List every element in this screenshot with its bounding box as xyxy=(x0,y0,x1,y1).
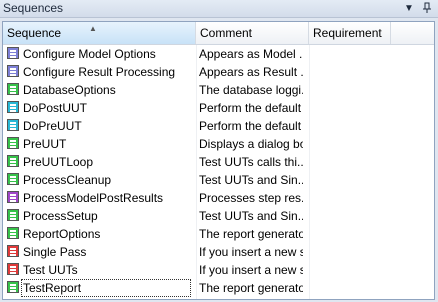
sequence-comment: Processes step res... xyxy=(199,191,303,205)
callback-sequence-icon xyxy=(7,119,19,131)
sequence-name: Single Pass xyxy=(23,245,87,259)
table-row[interactable]: PreUUTLoop Test UUTs calls thi... xyxy=(3,153,434,171)
sequence-icon xyxy=(7,209,19,221)
sequence-name: TestReport xyxy=(21,279,191,297)
sequence-comment: Perform the default ... xyxy=(199,119,303,133)
grid-header: ▲ Sequence Comment Requirement xyxy=(3,22,434,45)
sequence-comment: Displays a dialog bo... xyxy=(199,137,303,151)
table-row[interactable]: ProcessModelPostResults Processes step re… xyxy=(3,189,434,207)
table-row[interactable]: Single Pass If you insert a new s... xyxy=(3,243,434,261)
callback-sequence-icon xyxy=(7,65,19,77)
table-row[interactable]: Configure Model Options Appears as Model … xyxy=(3,45,434,63)
sequence-name: Test UUTs xyxy=(23,263,78,277)
sequence-icon xyxy=(7,227,19,239)
sequence-icon xyxy=(7,137,19,149)
column-header-comment-label: Comment xyxy=(200,26,253,40)
table-row[interactable]: ReportOptions The report generato... xyxy=(3,225,434,243)
sequence-comment: Test UUTs and Sin... xyxy=(199,209,303,223)
column-header-sequence-label: Sequence xyxy=(7,26,62,40)
pane-titlebar: Sequences ▼ xyxy=(0,0,438,18)
sequences-grid: ▲ Sequence Comment Requirement Configure… xyxy=(2,21,435,300)
sequence-comment: Test UUTs and Sin... xyxy=(199,173,303,187)
sequence-comment: If you insert a new s... xyxy=(199,263,303,277)
sequence-icon xyxy=(7,281,19,293)
sequence-name: DoPreUUT xyxy=(23,119,82,133)
sequence-name: Configure Model Options xyxy=(23,47,156,61)
table-row[interactable]: DoPreUUT Perform the default ... xyxy=(3,117,434,135)
sequence-name: DoPostUUT xyxy=(23,101,88,115)
sequence-comment: Appears as Model ... xyxy=(199,47,303,61)
sequence-comment: The database loggi... xyxy=(199,83,303,97)
entry-point-icon xyxy=(7,245,19,257)
sequence-icon xyxy=(7,155,19,167)
sequences-pane: Sequences ▼ ▲ Sequence Comment Requireme… xyxy=(0,0,438,302)
sequence-name: ProcessSetup xyxy=(23,209,98,223)
table-row[interactable]: Configure Result Processing Appears as Re… xyxy=(3,63,434,81)
sequence-comment: Perform the default ... xyxy=(199,101,303,115)
table-row[interactable]: ProcessSetup Test UUTs and Sin... xyxy=(3,207,434,225)
sequence-icon xyxy=(7,173,19,185)
callback-sequence-icon xyxy=(7,101,19,113)
sequence-name: DatabaseOptions xyxy=(23,83,116,97)
pin-icon[interactable] xyxy=(420,2,434,16)
callback-sequence-icon xyxy=(7,47,19,59)
column-header-comment[interactable]: Comment xyxy=(196,22,309,44)
sequence-name: ProcessModelPostResults xyxy=(23,191,164,205)
sequence-comment: Test UUTs calls thi... xyxy=(199,155,303,169)
entry-point-icon xyxy=(7,263,19,275)
callback-sequence-icon xyxy=(7,191,19,203)
table-row[interactable]: DoPostUUT Perform the default ... xyxy=(3,99,434,117)
sequence-comment: The report generato... xyxy=(199,227,303,241)
sort-ascending-icon: ▲ xyxy=(89,24,97,33)
column-header-sequence[interactable]: ▲ Sequence xyxy=(3,22,196,44)
table-row[interactable]: TestReport The report generato... xyxy=(3,279,434,297)
sequence-comment: Appears as Result ... xyxy=(199,65,303,79)
table-row[interactable]: PreUUT Displays a dialog bo... xyxy=(3,135,434,153)
sequence-name: ReportOptions xyxy=(23,227,101,241)
pane-title: Sequences xyxy=(3,1,64,15)
sequence-name: ProcessCleanup xyxy=(23,173,112,187)
column-header-requirement-label: Requirement xyxy=(313,26,382,40)
table-row[interactable]: DatabaseOptions The database loggi... xyxy=(3,81,434,99)
column-header-requirement[interactable]: Requirement xyxy=(309,22,391,44)
table-row[interactable]: Test UUTs If you insert a new s... xyxy=(3,261,434,279)
sequence-name: PreUUTLoop xyxy=(23,155,94,169)
table-row[interactable]: ProcessCleanup Test UUTs and Sin... xyxy=(3,171,434,189)
dropdown-arrow-icon[interactable]: ▼ xyxy=(402,2,416,16)
sequence-name: Configure Result Processing xyxy=(23,65,176,79)
sequence-icon xyxy=(7,83,19,95)
sequence-comment: If you insert a new s... xyxy=(199,245,303,259)
sequence-name: PreUUT xyxy=(23,137,67,151)
sequence-comment: The report generato... xyxy=(199,281,303,295)
